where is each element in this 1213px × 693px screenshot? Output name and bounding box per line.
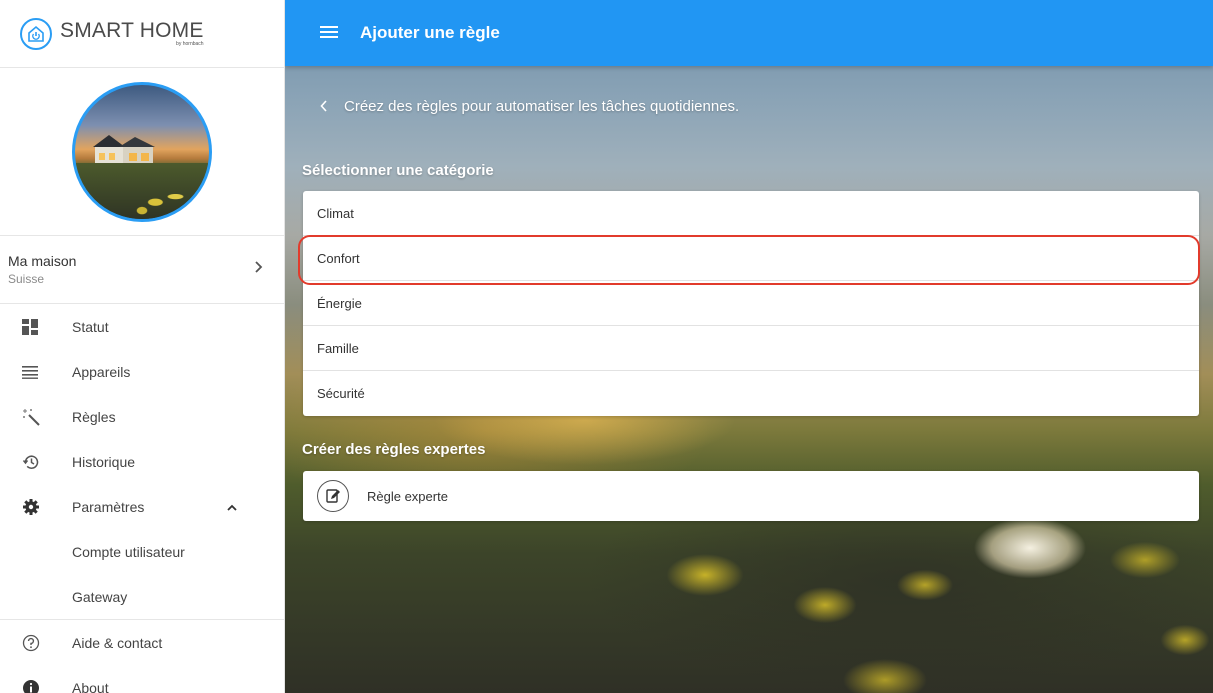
nav-label-parametres: Paramètres	[72, 498, 145, 515]
category-item-confort[interactable]: Confort	[303, 236, 1199, 281]
home-logo-icon	[20, 17, 52, 50]
nav-item-about[interactable]: About	[0, 665, 284, 693]
info-icon	[0, 679, 72, 693]
nav-label-about: About	[72, 679, 109, 693]
garden-lawn	[75, 162, 209, 219]
gear-icon	[0, 498, 72, 516]
chevron-up-icon	[226, 499, 238, 514]
nav-item-appareils[interactable]: Appareils	[0, 349, 284, 394]
category-section-title: Sélectionner une catégorie	[302, 162, 494, 179]
main-nav: Statut Appareils Règles Historique Param…	[0, 304, 284, 529]
category-list: Climat Confort Énergie Famille Sécurité	[303, 191, 1199, 416]
nav-item-aide-contact[interactable]: Aide & contact	[0, 620, 284, 665]
home-photo-section	[0, 68, 284, 236]
brand-name: SMART HOME	[60, 19, 204, 42]
home-name: Ma maison	[8, 253, 77, 269]
nav-label-appareils: Appareils	[72, 363, 131, 380]
nav-label-statut: Statut	[72, 318, 109, 335]
brand-subtitle: by hornbach	[176, 41, 204, 47]
menu-icon[interactable]	[320, 23, 338, 43]
home-country: Suisse	[8, 272, 45, 286]
chevron-right-icon	[254, 260, 264, 279]
nav-label-regles: Règles	[72, 408, 116, 425]
nav-subitem-compte-utilisateur[interactable]: Compte utilisateur	[0, 529, 284, 574]
expert-card: Règle experte	[303, 471, 1199, 521]
nav-label-historique: Historique	[72, 453, 136, 470]
list-icon	[0, 365, 72, 379]
nav-item-historique[interactable]: Historique	[0, 439, 284, 484]
brand-logo[interactable]: SMART HOME by hornbach	[0, 0, 284, 68]
home-avatar[interactable]	[72, 81, 212, 222]
nav-item-statut[interactable]: Statut	[0, 304, 284, 349]
category-item-famille[interactable]: Famille	[303, 326, 1199, 371]
nav-label-aide-contact: Aide & contact	[72, 634, 163, 651]
main-content: Ajouter une règle Créez des règles pour …	[285, 0, 1213, 693]
category-item-climat[interactable]: Climat	[303, 191, 1199, 236]
intro-row: Créez des règles pour automatiser les tâ…	[320, 98, 739, 115]
expert-rule-item[interactable]: Règle experte	[303, 471, 1199, 521]
help-icon	[0, 634, 72, 652]
edit-note-icon	[317, 480, 349, 512]
nav-item-regles[interactable]: Règles	[0, 394, 284, 439]
home-selector[interactable]: Ma maison Suisse	[0, 236, 284, 304]
magic-wand-icon	[0, 408, 72, 426]
house-image	[93, 134, 155, 165]
expert-section-title: Créer des règles expertes	[302, 441, 486, 458]
nav-item-parametres[interactable]: Paramètres	[0, 484, 284, 529]
dashboard-icon	[0, 318, 72, 335]
category-item-energie[interactable]: Énergie	[303, 281, 1199, 326]
category-item-securite[interactable]: Sécurité	[303, 371, 1199, 416]
page-title: Ajouter une règle	[360, 23, 500, 42]
top-app-bar: Ajouter une règle	[285, 0, 1213, 66]
nav-subitem-gateway[interactable]: Gateway	[0, 574, 284, 619]
sidebar: SMART HOME by hornbach Ma maison Suisse	[0, 0, 285, 693]
expert-rule-label: Règle experte	[367, 488, 448, 504]
history-icon	[0, 453, 72, 471]
intro-text: Créez des règles pour automatiser les tâ…	[344, 98, 740, 115]
back-chevron-icon[interactable]	[320, 99, 328, 115]
